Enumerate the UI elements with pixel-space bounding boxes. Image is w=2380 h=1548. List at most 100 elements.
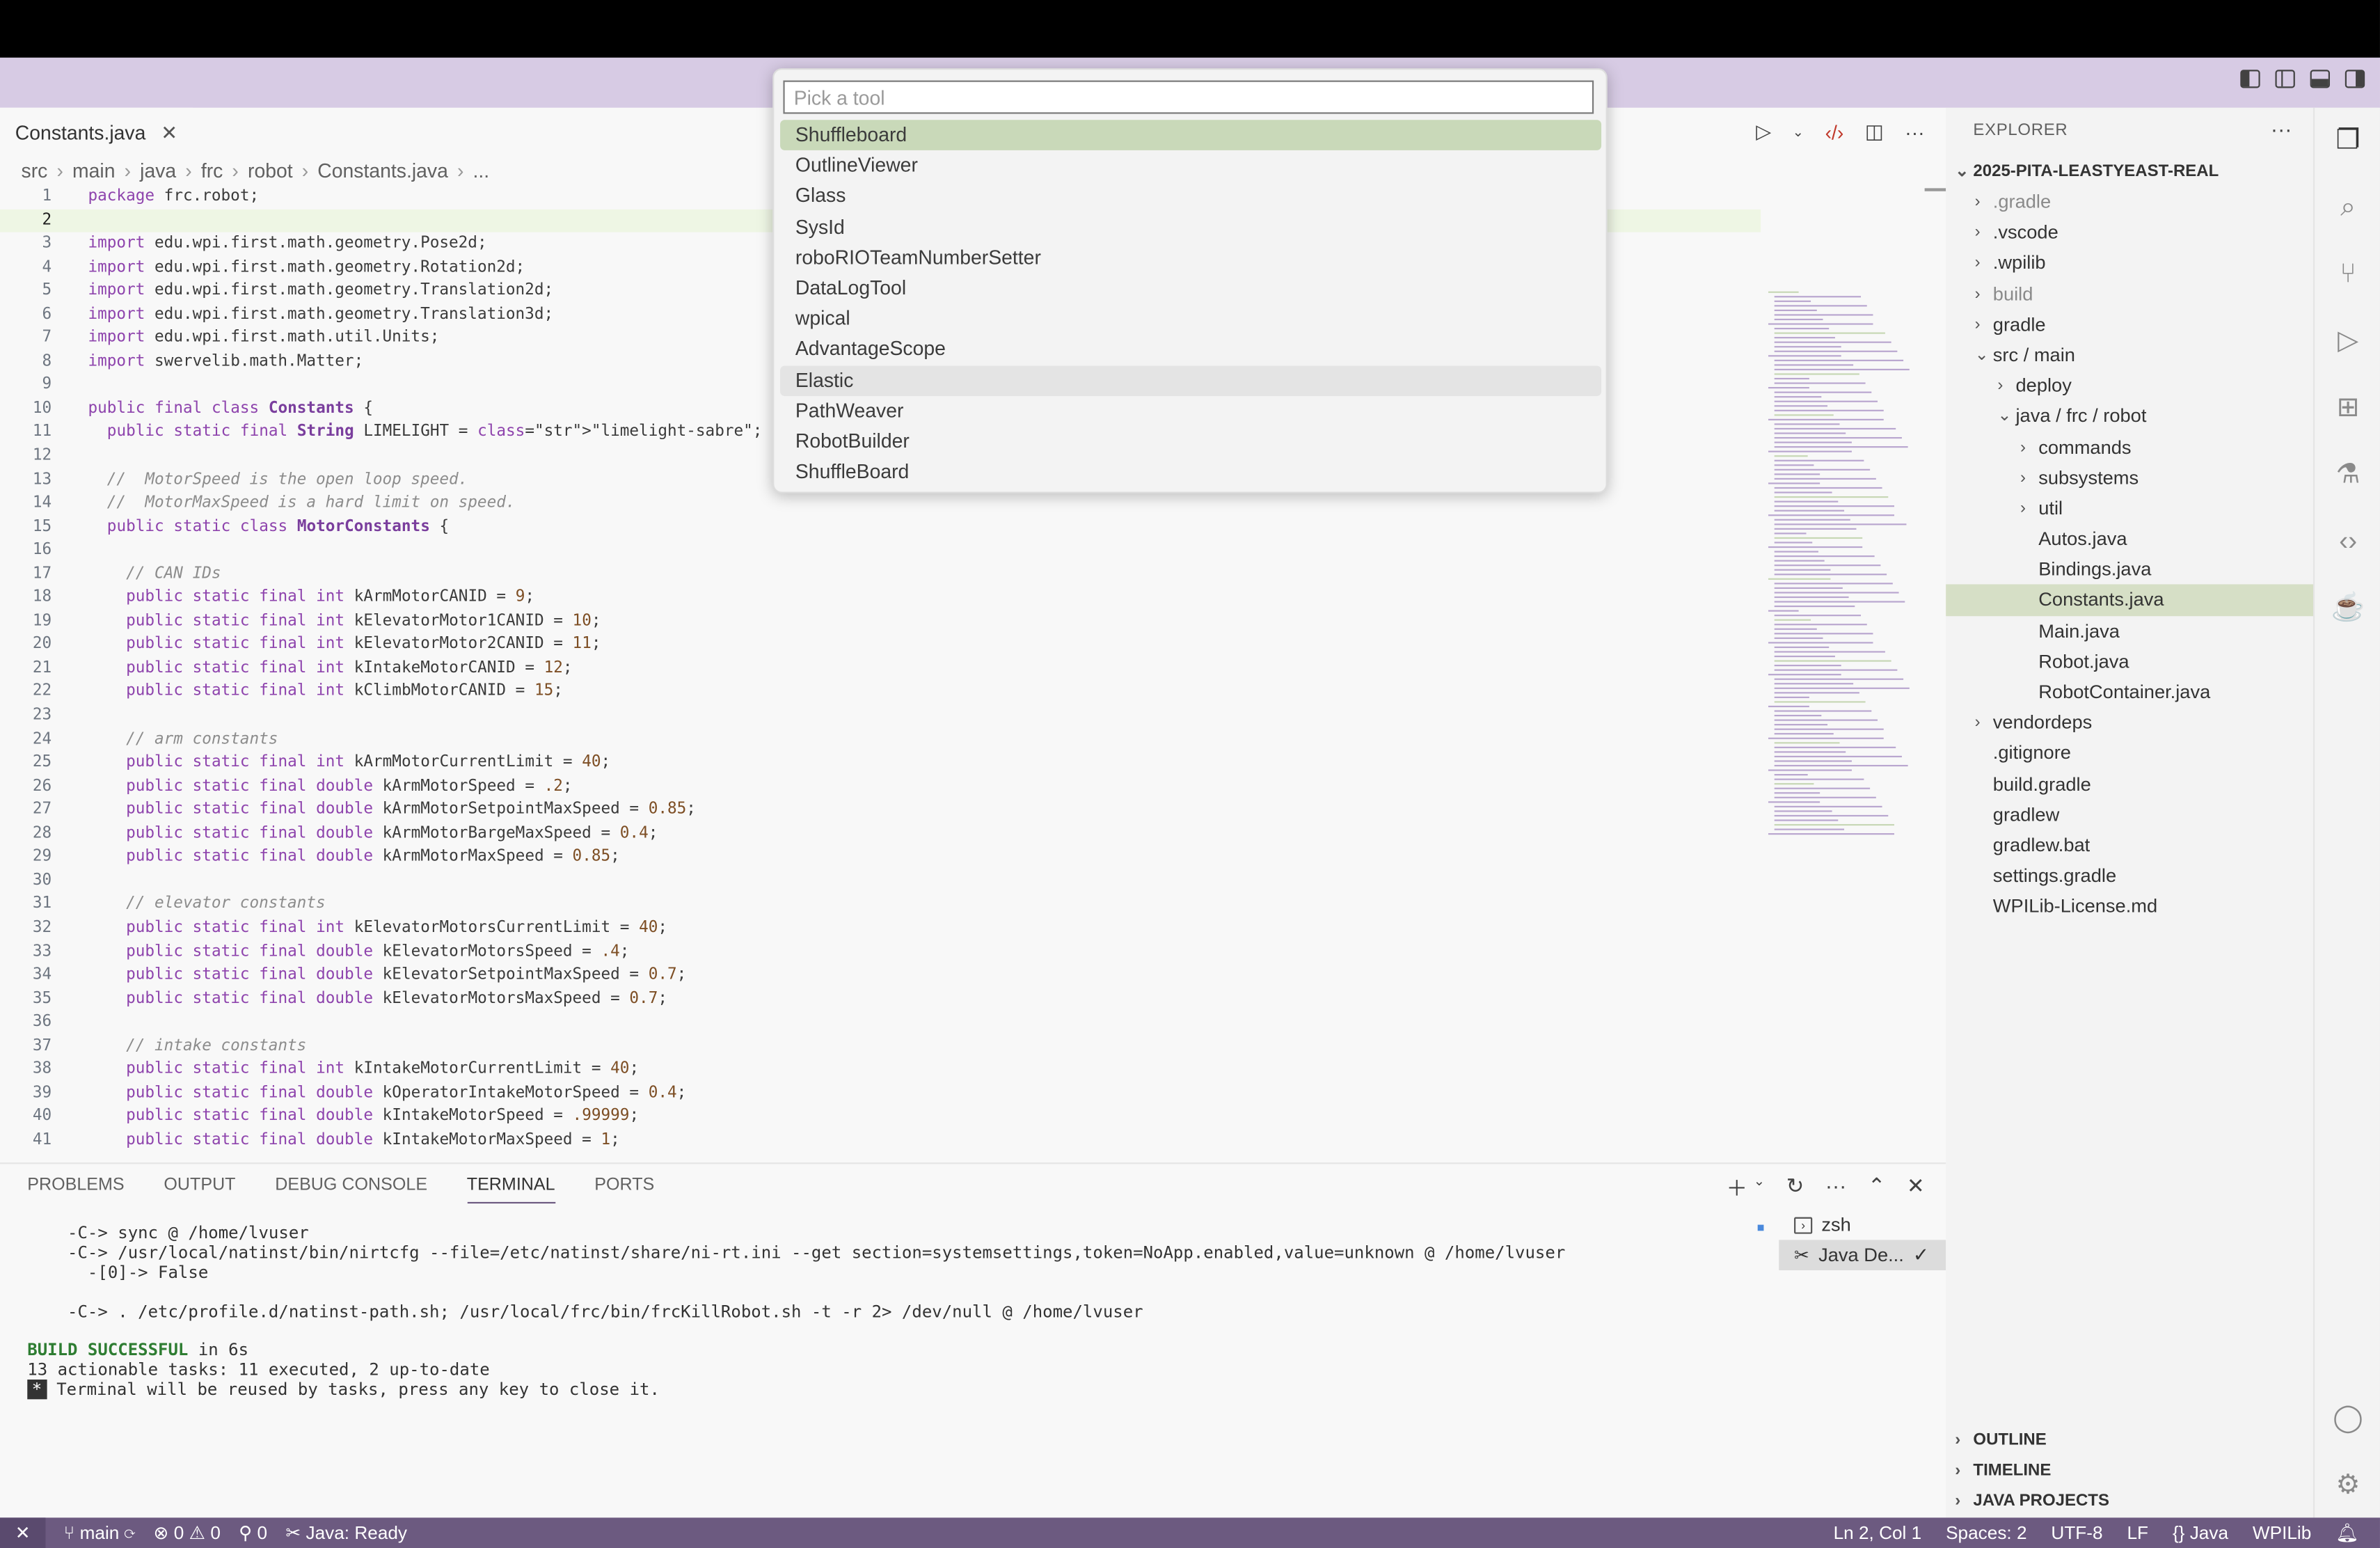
quick-pick-item[interactable]: Shuffleboard (780, 120, 1602, 151)
code-line[interactable]: 17 // CAN IDs (0, 562, 1761, 586)
breadcrumb-item[interactable]: main (72, 159, 115, 182)
encoding[interactable]: UTF-8 (2051, 1522, 2102, 1544)
quick-pick-item[interactable]: wpical (780, 303, 1601, 334)
end-of-line[interactable]: LF (2127, 1522, 2148, 1544)
close-icon[interactable]: ✕ (161, 120, 177, 145)
tree-file[interactable]: gradlew.bat (1946, 830, 2313, 861)
maximize-panel-icon[interactable]: ⌃ (1868, 1173, 1886, 1203)
run-debug-icon[interactable]: ▷ (2331, 323, 2365, 356)
tree-folder[interactable]: › build (1946, 278, 2313, 309)
outline-section[interactable]: › OUTLINE (1946, 1425, 2313, 1455)
new-terminal-icon[interactable]: ＋ (1726, 1173, 1747, 1203)
breadcrumb-item[interactable]: java (140, 159, 176, 182)
copilot-icon[interactable]: ‹/› (1825, 120, 1844, 143)
extensions-icon[interactable]: ⊞ (2331, 390, 2365, 423)
code-line[interactable]: 39 public static final double kOperatorI… (0, 1082, 1761, 1105)
java-projects-section[interactable]: › JAVA PROJECTS (1946, 1486, 2313, 1517)
minimap[interactable] (1761, 185, 1928, 835)
code-line[interactable]: 21 public static final int kIntakeMotorC… (0, 657, 1761, 681)
toggle-secondary-sidebar-icon[interactable] (2345, 70, 2365, 88)
code-line[interactable]: 34 public static final double kElevatorS… (0, 964, 1761, 988)
code-line[interactable]: 26 public static final double kArmMotorS… (0, 775, 1761, 798)
code-line[interactable]: 16 (0, 539, 1761, 562)
close-panel-icon[interactable]: ✕ (1907, 1173, 1925, 1203)
panel-tab-terminal[interactable]: TERMINAL (466, 1176, 555, 1204)
tree-file[interactable]: Constants.java (1946, 585, 2313, 616)
run-icon[interactable]: ▷ (1756, 120, 1771, 144)
split-editor-icon[interactable]: ◫ (1865, 120, 1884, 144)
terminal-output[interactable]: -C-> sync @ /home/lvuser -C-> /usr/local… (27, 1224, 1565, 1401)
tree-file[interactable]: Robot.java (1946, 646, 2313, 677)
cursor-position[interactable]: Ln 2, Col 1 (1834, 1522, 1922, 1544)
more-actions-icon[interactable]: ··· (1825, 1173, 1847, 1203)
panel-tab-ports[interactable]: PORTS (594, 1176, 654, 1203)
quick-pick-item[interactable]: roboRIOTeamNumberSetter (780, 242, 1601, 273)
code-line[interactable]: 19 public static final int kElevatorMoto… (0, 610, 1761, 633)
code-line[interactable]: 35 public static final double kElevatorM… (0, 988, 1761, 1011)
code-line[interactable]: 36 (0, 1011, 1761, 1034)
code-line[interactable]: 30 (0, 869, 1761, 893)
quick-pick-item[interactable]: DataLogTool (780, 273, 1601, 303)
code-line[interactable]: 22 public static final int kClimbMotorCA… (0, 681, 1761, 704)
quick-pick-item[interactable]: Glass (780, 181, 1601, 212)
quick-pick-item[interactable]: ShuffleBoard (780, 457, 1601, 487)
tree-file[interactable]: build.gradle (1946, 769, 2313, 800)
customize-layout-icon[interactable] (2240, 70, 2260, 88)
branch-status[interactable]: ⑂ main ⟳ (64, 1522, 136, 1544)
panel-tab-debug-console[interactable]: DEBUG CONSOLE (275, 1176, 427, 1203)
breadcrumb-item[interactable]: Constants.java (317, 159, 448, 182)
indentation[interactable]: Spaces: 2 (1946, 1522, 2026, 1544)
tree-file[interactable]: .gitignore (1946, 738, 2313, 768)
code-line[interactable]: 25 public static final int kArmMotorCurr… (0, 752, 1761, 775)
panel-tab-output[interactable]: OUTPUT (164, 1176, 235, 1203)
tree-file[interactable]: Autos.java (1946, 523, 2313, 554)
editor-tab-constants[interactable]: Constants.java ✕ (0, 107, 193, 158)
java-icon[interactable]: ☕ (2331, 590, 2365, 624)
tree-file[interactable]: Bindings.java (1946, 554, 2313, 585)
tree-file[interactable]: settings.gradle (1946, 861, 2313, 892)
bell-icon[interactable]: 🔔︎ (2335, 1522, 2358, 1544)
code-line[interactable]: 37 // intake constants (0, 1034, 1761, 1058)
tree-folder[interactable]: › gradle (1946, 309, 2313, 340)
chevron-down-icon[interactable]: ⌄ (1754, 1173, 1765, 1203)
tree-folder[interactable]: › subsystems (1946, 462, 2313, 493)
code-line[interactable]: 31 // elevator constants (0, 893, 1761, 917)
quick-pick-item[interactable]: Elastic (780, 365, 1602, 396)
more-actions-icon[interactable]: ··· (2271, 117, 2292, 141)
remote-explorer-icon[interactable]: ‹› (2331, 523, 2365, 557)
code-line[interactable]: 14 // MotorMaxSpeed is a hard limit on s… (0, 492, 1761, 516)
code-line[interactable]: 18 public static final int kArmMotorCANI… (0, 586, 1761, 610)
tree-folder[interactable]: › deploy (1946, 370, 2313, 401)
chevron-down-icon[interactable]: ⌄ (1793, 124, 1804, 141)
code-line[interactable]: 41 public static final double kIntakeMot… (0, 1129, 1761, 1153)
code-line[interactable]: 38 public static final int kIntakeMotorC… (0, 1058, 1761, 1082)
code-line[interactable]: 23 (0, 704, 1761, 728)
breadcrumb-item[interactable]: robot (248, 159, 293, 182)
problems-status[interactable]: ⊗ 0 ⚠ 0 (154, 1522, 221, 1544)
toggle-panel-icon[interactable] (2310, 70, 2330, 88)
breadcrumb-item[interactable]: frc (201, 159, 223, 182)
tree-folder[interactable]: › util (1946, 493, 2313, 523)
breadcrumb-item[interactable]: src (22, 159, 48, 182)
search-icon[interactable]: ⌕ (2331, 190, 2365, 223)
toggle-primary-sidebar-icon[interactable] (2275, 70, 2295, 88)
source-control-icon[interactable]: ⑂ (2331, 256, 2365, 290)
tree-file[interactable]: Main.java (1946, 615, 2313, 646)
tree-folder[interactable]: ⌄ src / main (1946, 340, 2313, 370)
tree-folder[interactable]: › .wpilib (1946, 248, 2313, 278)
rerun-icon[interactable]: ↻ (1786, 1173, 1804, 1203)
remote-icon[interactable]: ✕ (0, 1517, 46, 1548)
tree-folder[interactable]: › .vscode (1946, 217, 2313, 248)
more-actions-icon[interactable]: ··· (1905, 120, 1924, 143)
code-line[interactable]: 15 public static class MotorConstants { (0, 516, 1761, 539)
quick-pick-item[interactable]: PathWeaver (780, 395, 1601, 426)
code-line[interactable]: 40 public static final double kIntakeMot… (0, 1105, 1761, 1129)
tree-file[interactable]: gradlew (1946, 800, 2313, 830)
code-line[interactable]: 29 public static final double kArmMotorM… (0, 846, 1761, 869)
code-line[interactable]: 24 // arm constants (0, 728, 1761, 752)
explorer-icon[interactable]: ❐ (2331, 123, 2365, 157)
tree-folder[interactable]: › commands (1946, 432, 2313, 462)
tree-folder[interactable]: ⌄ java / frc / robot (1946, 401, 2313, 432)
quick-pick-input[interactable] (783, 80, 1594, 114)
breadcrumb-item[interactable]: ... (473, 159, 490, 182)
